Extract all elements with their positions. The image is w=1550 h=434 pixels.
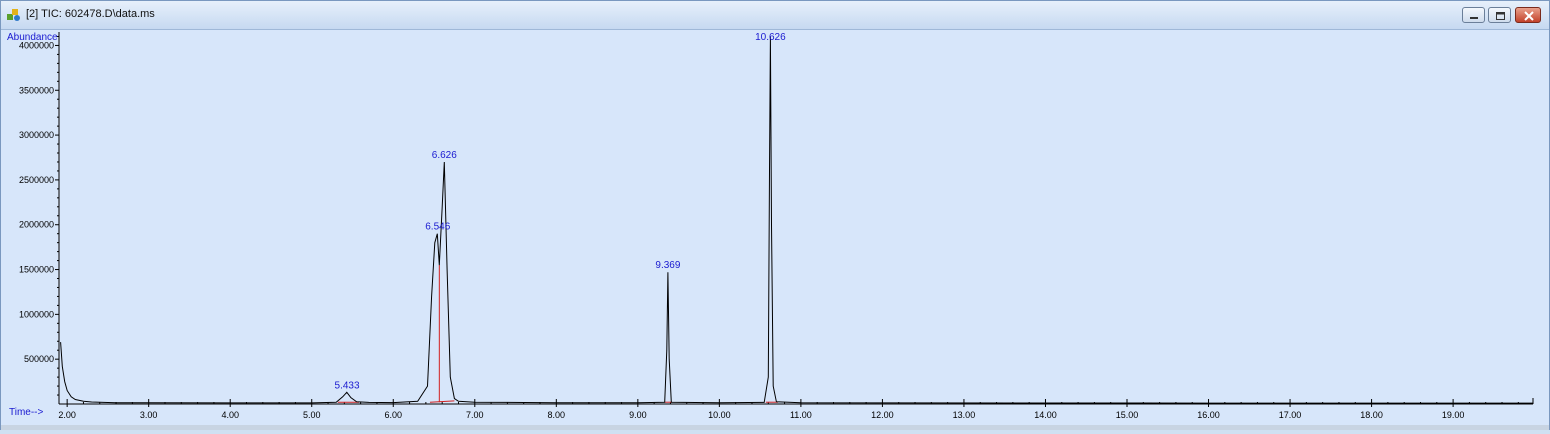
x-tick-label: 8.00 [548, 410, 566, 420]
x-tick-label: 7.00 [466, 410, 484, 420]
peak-label: 6.546 [425, 222, 450, 233]
baseline-peak-6-5 [429, 400, 455, 403]
x-tick-label: 2.00 [58, 410, 76, 420]
x-axis-label: Time--> [9, 407, 44, 418]
peak-label: 5.433 [335, 380, 360, 391]
x-tick-label: 16.00 [1197, 410, 1220, 420]
x-tick-label: 17.00 [1279, 410, 1302, 420]
minimize-button[interactable] [1462, 7, 1485, 23]
x-tick-label: 5.00 [303, 410, 321, 420]
y-axis-label: Abundance [7, 32, 58, 43]
minimize-icon [1470, 17, 1478, 19]
y-tick-label: 2000000 [19, 220, 54, 230]
peak-label: 6.626 [432, 150, 457, 161]
integration-markers [337, 265, 779, 403]
peak-labels: 5.433 6.546 6.626 9.369 10.626 [335, 32, 787, 391]
x-tick-label: 15.00 [1116, 410, 1139, 420]
x-tick-label: 3.00 [140, 410, 158, 420]
y-tick-label: 2500000 [19, 175, 54, 185]
x-tick-label: 10.00 [708, 410, 731, 420]
close-icon [1524, 11, 1534, 21]
x-tick-label: 12.00 [871, 410, 894, 420]
peak-label: 9.369 [655, 260, 680, 271]
chromatogram-app-icon [7, 9, 20, 21]
maximize-icon [1496, 12, 1505, 20]
x-tick-label: 4.00 [221, 410, 239, 420]
tic-series-line [60, 36, 1533, 404]
x-tick-label: 19.00 [1442, 410, 1465, 420]
x-tick-label: 18.00 [1360, 410, 1383, 420]
x-tick-label: 13.00 [953, 410, 976, 420]
plot-area[interactable]: 500000 1000000 1500000 2000000 2500000 300000… [1, 30, 1549, 430]
y-tick-label: 3500000 [19, 85, 54, 95]
chromatogram-window: [2] TIC: 602478.D\data.ms 500000 1000000 1… [0, 0, 1550, 430]
tic-trace [60, 36, 1533, 404]
window-title: [2] TIC: 602478.D\data.ms [26, 8, 155, 20]
close-button[interactable] [1515, 7, 1541, 23]
bottom-strip [1, 425, 1549, 430]
y-axis: 500000 1000000 1500000 2000000 2500000 300000… [19, 32, 60, 404]
x-tick-label: 11.00 [790, 410, 812, 420]
y-tick-label: 500000 [24, 354, 54, 364]
x-tick-label: 6.00 [384, 410, 402, 420]
y-tick-label: 3000000 [19, 130, 54, 140]
x-tick-label: 14.00 [1034, 410, 1057, 420]
x-axis: 2.00 3.00 4.00 5.00 6.00 7.00 8.00 9.00 10.00 11.… [58, 398, 1534, 420]
x-tick-label: 9.00 [629, 410, 647, 420]
maximize-button[interactable] [1488, 7, 1511, 23]
title-bar[interactable]: [2] TIC: 602478.D\data.ms [1, 1, 1549, 30]
y-tick-label: 1500000 [19, 265, 54, 275]
y-tick-label: 1000000 [19, 309, 54, 319]
chromatogram-chart[interactable]: 500000 1000000 1500000 2000000 2500000 300000… [1, 30, 1549, 430]
peak-label: 10.626 [755, 32, 786, 43]
